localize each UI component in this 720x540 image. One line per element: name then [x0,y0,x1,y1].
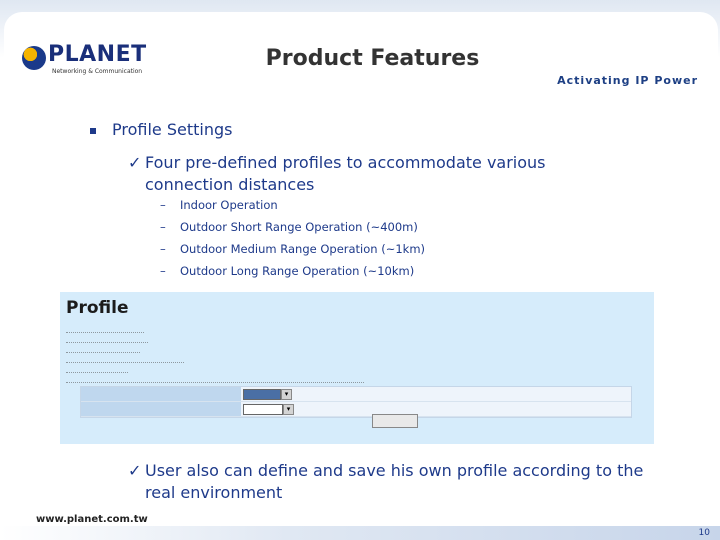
list-item-text: Outdoor Long Range Operation (~10km) [180,264,415,278]
checkmark-icon: ✓ [128,461,142,480]
page-number: 10 [698,528,710,538]
chevron-down-icon[interactable]: ▾ [283,404,294,415]
text-line [66,334,148,343]
slide-title: Product Features [265,46,480,71]
bullet-text: Profile Settings [112,120,233,139]
footer-url[interactable]: www.planet.com.tw [36,514,148,525]
check-item-user-defined: ✓ User also can define and save his own … [128,460,668,504]
screenshot-title: Profile [66,298,129,318]
dash-marker: – [160,220,166,234]
check-item-predefined: ✓ Four pre-defined profiles to accommoda… [128,152,628,196]
list-item: – Outdoor Long Range Operation (~10km) [160,264,425,286]
profile-screenshot: Profile ▾ ▾ [60,292,654,444]
list-item: – Outdoor Short Range Operation (~400m) [160,220,425,242]
profile-select[interactable] [243,389,281,400]
text-line [66,354,184,363]
slide-header: PLANET Networking & Communication Produc… [0,0,720,96]
list-item-text: Indoor Operation [180,198,278,212]
square-bullet-icon [90,127,96,134]
screenshot-description [66,324,364,384]
bullet-profile-settings: Profile Settings [90,120,232,139]
text-line [66,344,140,353]
dash-marker: – [160,198,166,212]
dash-marker: – [160,264,166,278]
text-line [66,324,144,333]
action-select[interactable] [243,404,283,415]
text-line [66,374,364,383]
list-item: – Indoor Operation [160,198,425,220]
check-text: User also can define and save his own pr… [145,461,644,502]
profile-form: ▾ ▾ [80,386,632,418]
form-label [81,387,241,401]
chevron-down-icon[interactable]: ▾ [281,389,292,400]
dash-marker: – [160,242,166,256]
footer-bar [0,526,720,540]
text-line [66,364,128,373]
list-item: – Outdoor Medium Range Operation (~1km) [160,242,425,264]
list-item-text: Outdoor Medium Range Operation (~1km) [180,242,426,256]
list-item-text: Outdoor Short Range Operation (~400m) [180,220,418,234]
apply-button[interactable] [372,414,418,428]
form-row-profile: ▾ [81,387,631,402]
check-text: Four pre-defined profiles to accommodate… [145,153,546,194]
tagline: Activating IP Power [557,74,698,87]
form-label [81,402,241,416]
profile-list: – Indoor Operation – Outdoor Short Range O… [160,198,425,286]
form-row-action: ▾ [81,402,631,417]
checkmark-icon: ✓ [128,153,142,172]
